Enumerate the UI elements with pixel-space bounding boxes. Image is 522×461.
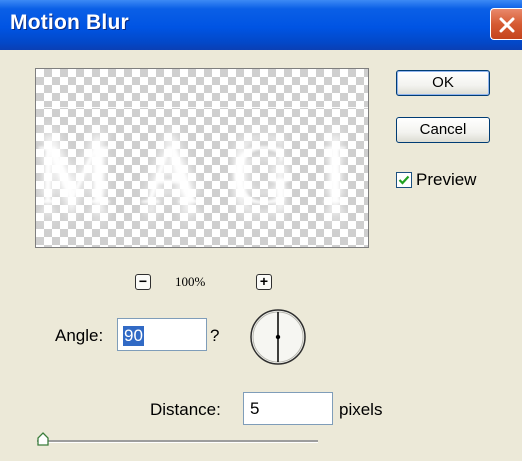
distance-slider-thumb[interactable]: [37, 432, 49, 446]
distance-label: Distance:: [150, 400, 221, 419]
preview-checkbox-label[interactable]: Preview: [416, 170, 476, 190]
preview-canvas[interactable]: MAGIC: [35, 68, 369, 248]
distance-input[interactable]: 5: [243, 392, 333, 425]
angle-dial[interactable]: [249, 308, 307, 366]
motion-blur-dialog: Motion Blur MAGIC − 100% + OK Cancel Pre…: [0, 0, 522, 461]
angle-unit: ?: [210, 326, 220, 345]
cancel-button[interactable]: Cancel: [396, 117, 490, 143]
ok-button[interactable]: OK: [396, 70, 490, 96]
preview-guide-line: [36, 107, 368, 108]
window-title: Motion Blur: [10, 11, 129, 34]
checkmark-icon: [398, 175, 410, 185]
zoom-in-button[interactable]: +: [256, 274, 272, 290]
distance-unit: pixels: [339, 400, 383, 419]
preview-checkbox[interactable]: [396, 172, 412, 188]
close-icon: [499, 17, 515, 33]
title-bar[interactable]: Motion Blur: [0, 0, 522, 50]
close-button[interactable]: [490, 8, 522, 40]
angle-value: 90: [123, 326, 144, 346]
preview-sample-text: MAGIC: [36, 126, 368, 222]
angle-input[interactable]: 90: [117, 318, 207, 351]
zoom-level: 100%: [175, 274, 206, 289]
zoom-out-button[interactable]: −: [135, 274, 151, 290]
distance-slider-track[interactable]: [37, 440, 318, 443]
angle-label: Angle:: [55, 326, 104, 345]
